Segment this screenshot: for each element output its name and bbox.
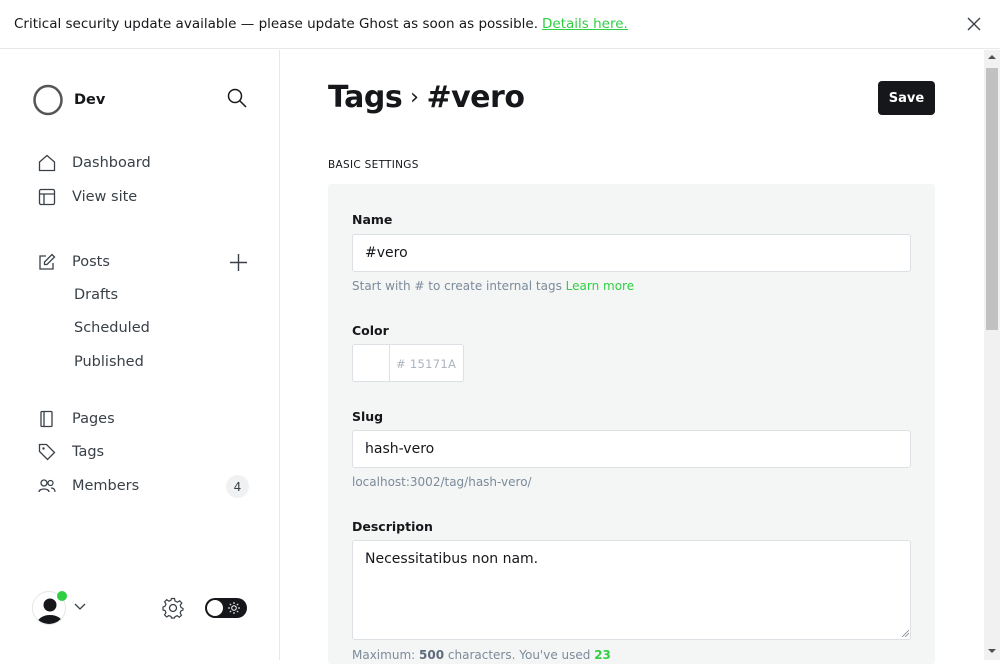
description-textarea[interactable]: Necessitatibus non nam.	[352, 540, 911, 640]
basic-settings-panel: Name #vero Start with # to create intern…	[328, 184, 935, 664]
search-icon[interactable]	[227, 88, 247, 108]
chevron-down-icon[interactable]	[74, 603, 86, 611]
scroll-up-icon[interactable]	[988, 54, 996, 60]
sidebar-subitem-scheduled[interactable]: Scheduled	[74, 320, 150, 336]
members-icon	[38, 479, 56, 493]
color-swatch[interactable]	[353, 345, 390, 381]
name-hint-text: Start with # to create internal tags	[352, 279, 562, 293]
scroll-down-icon[interactable]	[988, 648, 996, 654]
sidebar-item-members[interactable]: Members	[38, 477, 139, 495]
name-label: Name	[352, 212, 393, 227]
sidebar-item-tags[interactable]: Tags	[38, 443, 104, 461]
resize-handle-icon[interactable]	[902, 630, 909, 637]
site-name: Dev	[74, 92, 106, 108]
scrollbar-thumb[interactable]	[986, 68, 998, 330]
color-label: Color	[352, 323, 389, 338]
security-banner: Critical security update available — ple…	[0, 0, 1000, 49]
name-input[interactable]: #vero	[352, 234, 911, 272]
slug-label: Slug	[352, 409, 384, 424]
banner-message: Critical security update available — ple…	[14, 16, 539, 32]
color-value: 15171A	[409, 357, 457, 371]
sidebar-subitem-published[interactable]: Published	[74, 354, 144, 370]
color-hex[interactable]: # 15171A	[390, 345, 462, 381]
main-content: Tags › #vero Save BASIC SETTINGS Name #v…	[280, 50, 984, 664]
sidebar-item-label: Tags	[72, 444, 105, 460]
sidebar-item-posts[interactable]: Posts	[38, 253, 110, 271]
color-input[interactable]: # 15171A	[352, 344, 464, 382]
sidebar: Dev Dashboard View site Posts Drafts Sch…	[0, 50, 280, 660]
page-icon	[40, 410, 53, 428]
sidebar-item-dashboard[interactable]: Dashboard	[38, 154, 151, 172]
sidebar-item-pages[interactable]: Pages	[38, 410, 115, 428]
home-icon	[38, 154, 56, 172]
slug-input[interactable]: hash-vero	[352, 430, 911, 468]
section-title: BASIC SETTINGS	[328, 159, 419, 171]
page-title: Tags › #vero	[328, 80, 525, 115]
sidebar-item-label: Dashboard	[72, 155, 151, 171]
tag-icon	[38, 443, 56, 461]
sidebar-item-label: View site	[72, 189, 138, 205]
sidebar-item-view-site[interactable]: View site	[38, 188, 137, 206]
color-hash: #	[396, 357, 406, 371]
toggle-knob	[207, 600, 223, 616]
sun-icon	[228, 602, 240, 614]
breadcrumb-tags[interactable]: Tags	[328, 80, 403, 115]
name-hint: Start with # to create internal tags Lea…	[352, 279, 634, 293]
site-brand[interactable]: Dev	[32, 84, 105, 116]
close-icon[interactable]	[966, 16, 982, 32]
members-count-badge: 4	[226, 475, 249, 498]
slug-url: localhost:3002/tag/hash-vero/	[352, 475, 532, 489]
online-status-dot	[57, 591, 67, 601]
learn-more-link[interactable]: Learn more	[566, 279, 634, 293]
new-post-plus-icon[interactable]	[229, 253, 248, 272]
breadcrumb-current: #vero	[426, 80, 525, 115]
sidebar-item-label: Posts	[72, 254, 110, 270]
gear-icon[interactable]	[162, 597, 184, 619]
save-button[interactable]: Save	[878, 81, 935, 115]
layout-icon	[38, 188, 56, 206]
site-logo-icon	[33, 84, 63, 116]
banner-details-link[interactable]: Details here.	[542, 16, 628, 32]
sidebar-item-label: Members	[72, 478, 140, 494]
sidebar-subitem-drafts[interactable]: Drafts	[74, 287, 118, 303]
dark-mode-toggle[interactable]	[205, 598, 247, 618]
breadcrumb-chevron-icon: ›	[410, 85, 419, 110]
edit-icon	[39, 253, 56, 270]
description-label: Description	[352, 519, 433, 534]
sidebar-item-label: Pages	[72, 411, 115, 427]
